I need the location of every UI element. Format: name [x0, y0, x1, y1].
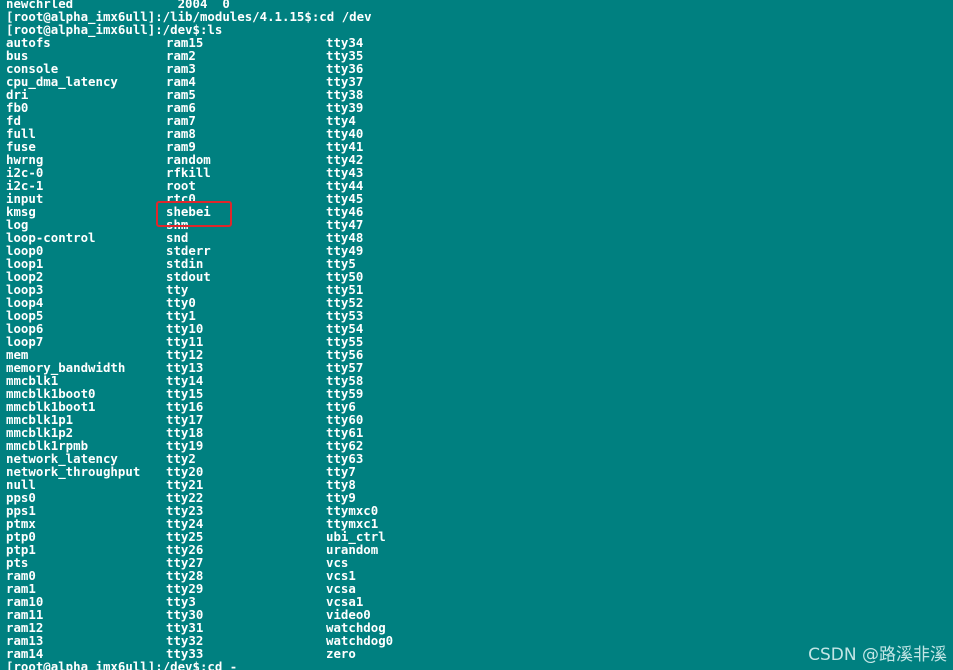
- dev-entry: zero: [326, 646, 356, 661]
- ls-column-2: ram15 ram2 ram3 ram4 ram5 ram6 ram7 ram8 ram9 ran…: [166, 36, 211, 660]
- shebei-highlight-box: [156, 201, 232, 227]
- dev-entry: fb0: [6, 100, 29, 115]
- command-line-cd-back: [root@alpha_imx6ull]:/dev$:cd -: [6, 659, 238, 670]
- ls-column-1: autofs bus console cpu_dma_latency dri fb0 fd f…: [6, 36, 140, 660]
- ls-column-3: tty34 tty35 tty36 tty37 tty38 tty39 tty4 tty40 t…: [326, 36, 393, 660]
- terminal-window[interactable]: newchrled 2004 0 [root@alpha_imx6ull]:/l…: [0, 0, 953, 670]
- watermark: CSDN @路溪非溪: [808, 645, 947, 665]
